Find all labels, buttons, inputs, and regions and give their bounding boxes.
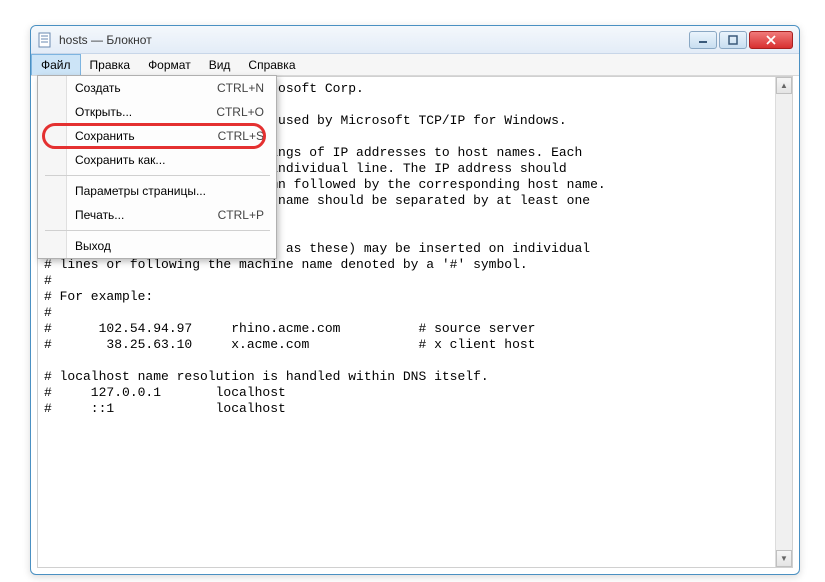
minimize-button[interactable] — [689, 31, 717, 49]
app-window: hosts — Блокнот Файл Правка Формат Вид С… — [30, 25, 800, 575]
menu-item--[interactable]: Открыть... CTRL+O — [39, 100, 276, 124]
menu-help[interactable]: Справка — [239, 54, 304, 75]
menu-item-label: Выход — [75, 239, 111, 253]
maximize-button[interactable] — [719, 31, 747, 49]
notepad-icon — [37, 32, 53, 48]
file-dropdown-menu: Создать CTRL+N Открыть... CTRL+O Сохранить CT… — [37, 75, 277, 259]
menu-item-shortcut: CTRL+P — [218, 208, 264, 222]
menu-separator — [45, 230, 270, 231]
window-title: hosts — Блокнот — [59, 33, 689, 47]
menu-item-label: Печать... — [75, 208, 124, 222]
menu-item-shortcut: CTRL+S — [218, 129, 264, 143]
menu-item-shortcut: CTRL+N — [217, 81, 264, 95]
menu-bar: Файл Правка Формат Вид Справка — [31, 54, 799, 76]
menu-format[interactable]: Формат — [139, 54, 200, 75]
window-controls — [689, 31, 793, 49]
scroll-down-button[interactable]: ▼ — [776, 550, 792, 567]
menu-item--[interactable]: Печать... CTRL+P — [39, 203, 276, 227]
menu-item-label: Открыть... — [75, 105, 132, 119]
menu-separator — [45, 175, 270, 176]
scroll-up-button[interactable]: ▲ — [776, 77, 792, 94]
close-button[interactable] — [749, 31, 793, 49]
menu-item-label: Создать — [75, 81, 121, 95]
title-bar[interactable]: hosts — Блокнот — [31, 26, 799, 54]
menu-item-shortcut: CTRL+O — [216, 105, 264, 119]
menu-item-label: Сохранить как... — [75, 153, 165, 167]
vertical-scrollbar[interactable]: ▲ ▼ — [775, 77, 792, 567]
menu-item--[interactable]: Выход — [39, 234, 276, 258]
menu-item--[interactable]: Сохранить как... — [39, 148, 276, 172]
menu-view[interactable]: Вид — [200, 54, 240, 75]
menu-item--[interactable]: Создать CTRL+N — [39, 76, 276, 100]
menu-item--[interactable]: Параметры страницы... — [39, 179, 276, 203]
menu-item-label: Сохранить — [75, 129, 135, 143]
menu-edit[interactable]: Правка — [81, 54, 140, 75]
menu-item--[interactable]: Сохранить CTRL+S — [39, 124, 276, 148]
menu-item-label: Параметры страницы... — [75, 184, 206, 198]
menu-file[interactable]: Файл — [31, 54, 81, 75]
